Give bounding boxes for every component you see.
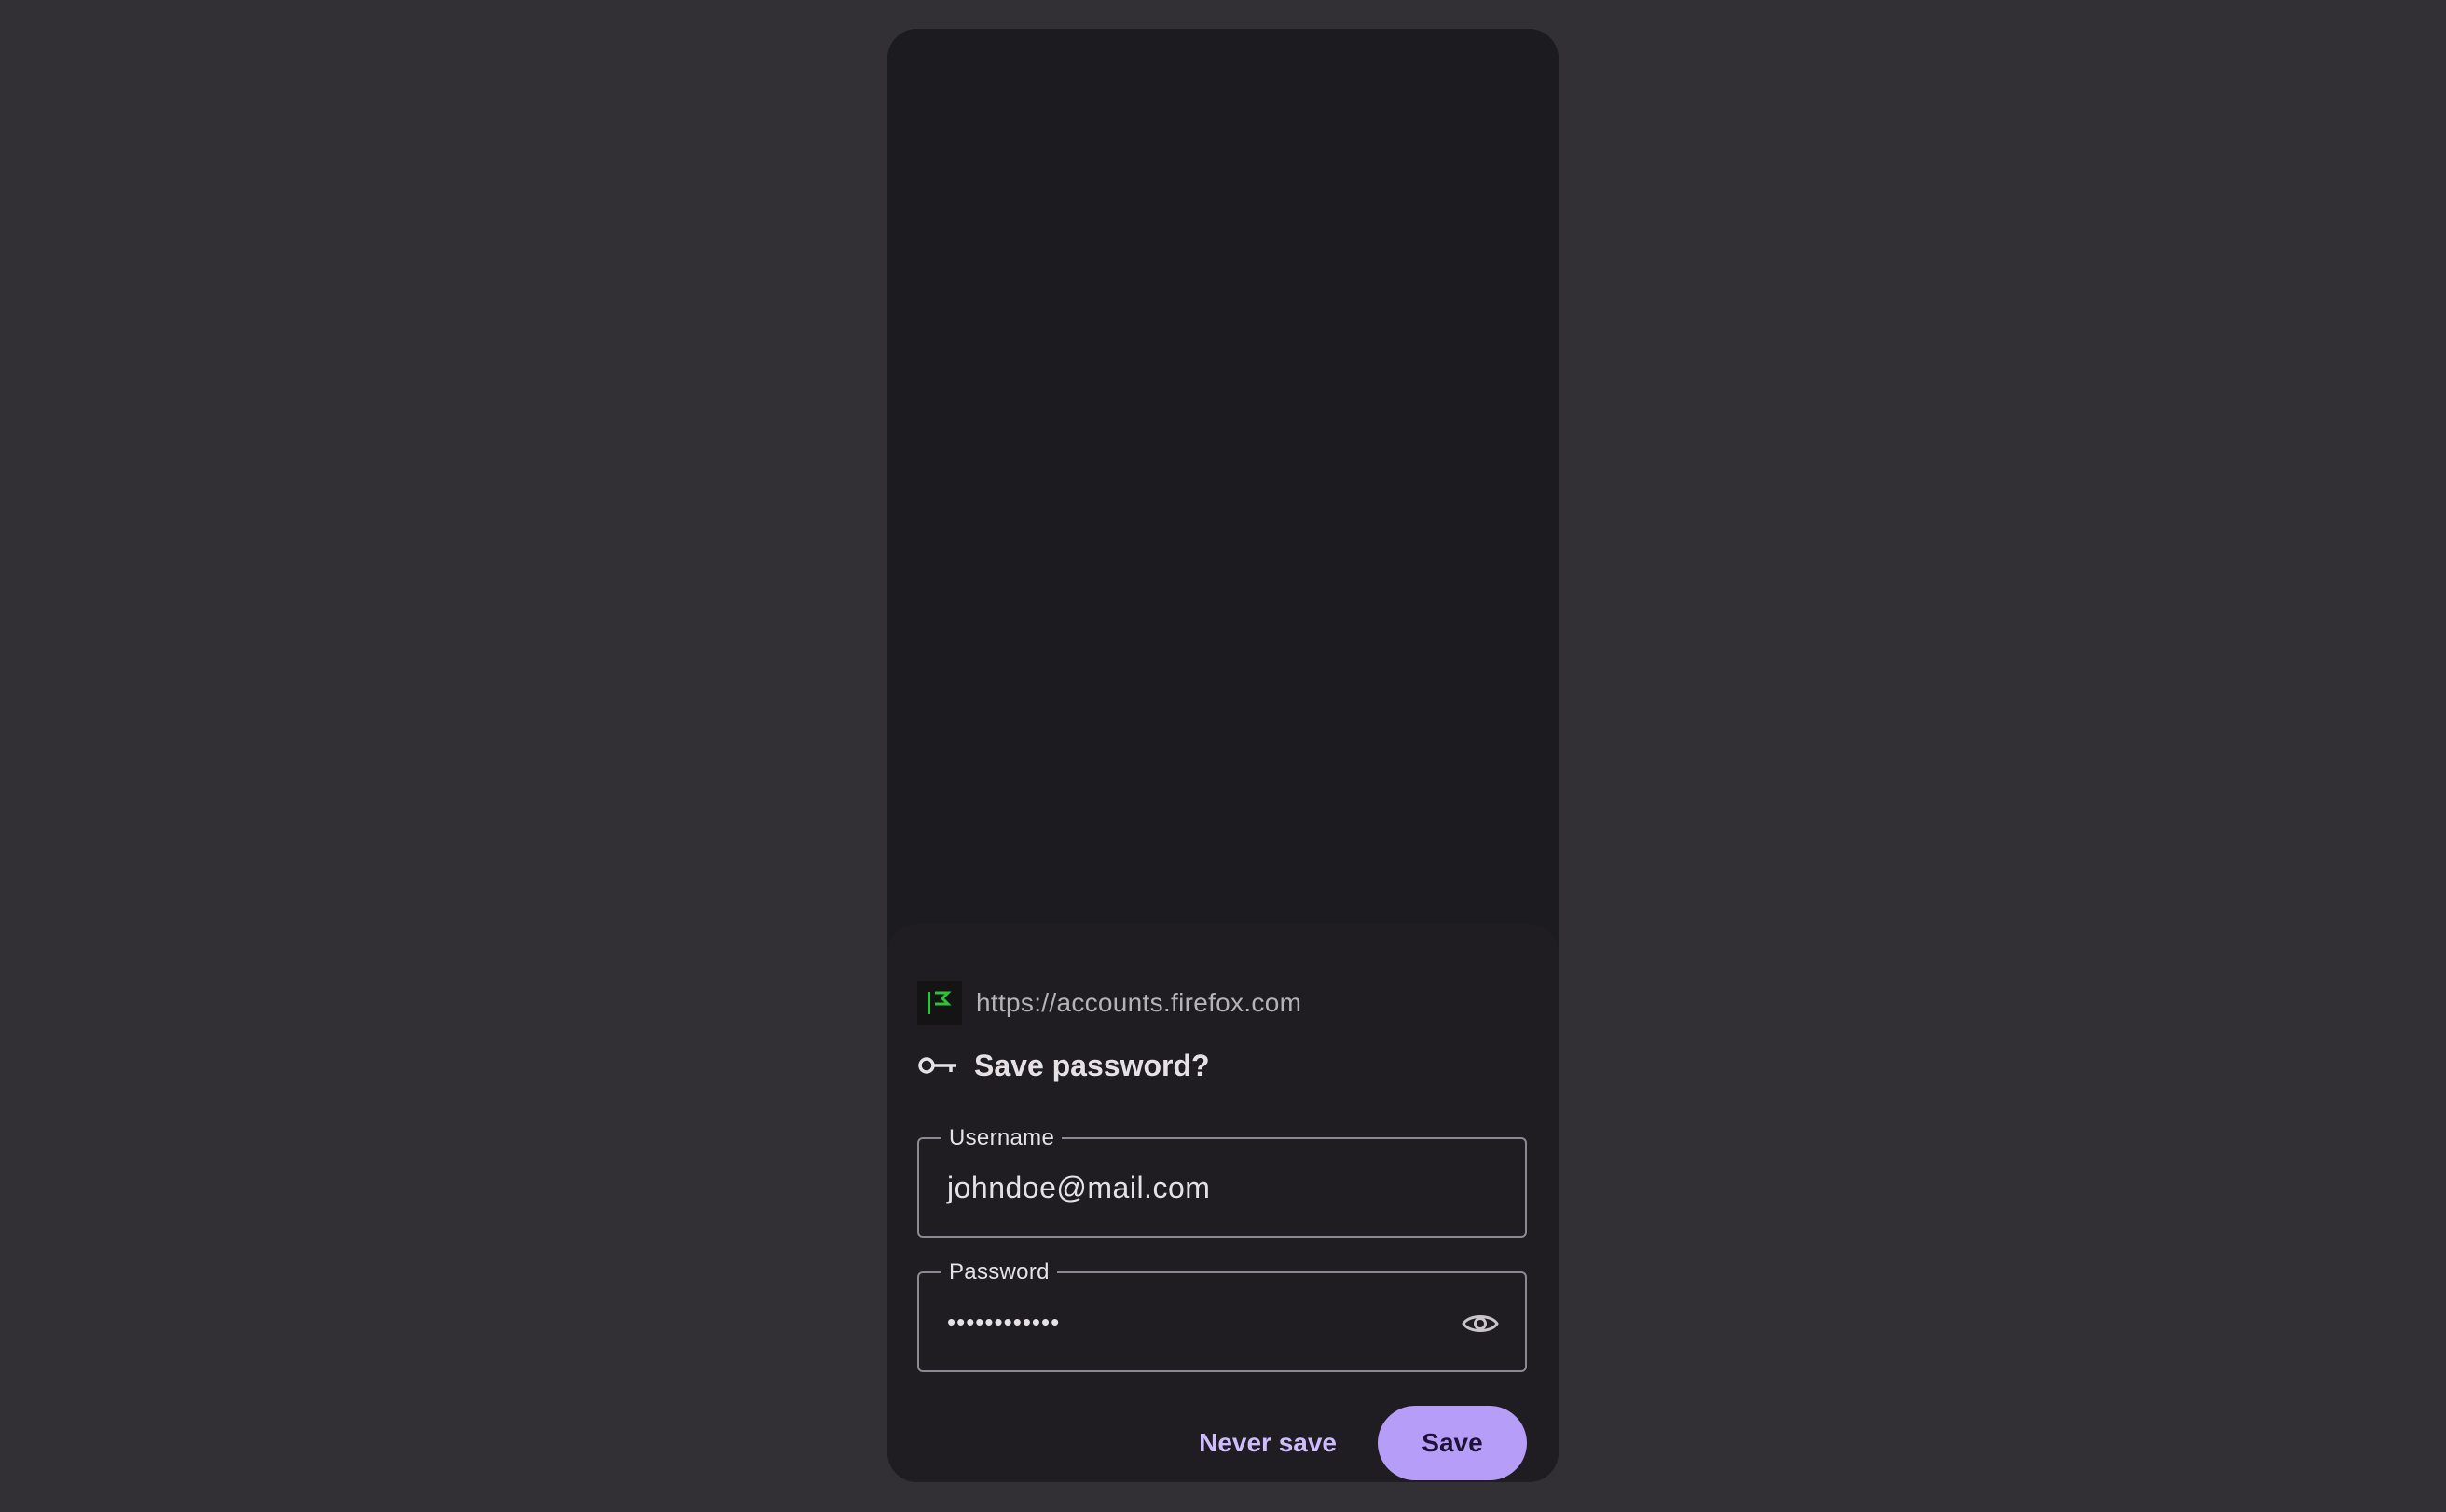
username-input[interactable]: johndoe@mail.com xyxy=(947,1139,1210,1236)
password-input[interactable]: •••••••••••• xyxy=(947,1273,1060,1370)
never-save-button[interactable]: Never save xyxy=(1176,1413,1359,1473)
save-password-sheet: https://accounts.firefox.com Save passwo… xyxy=(887,924,1559,1482)
title-row: Save password? xyxy=(917,1042,1210,1089)
device-frame: https://accounts.firefox.com Save passwo… xyxy=(887,29,1559,1482)
dialog-title: Save password? xyxy=(974,1048,1210,1082)
key-icon xyxy=(917,1044,960,1087)
password-field[interactable]: Password •••••••••••• xyxy=(917,1260,1527,1372)
page-content xyxy=(887,29,1559,924)
origin-url: https://accounts.firefox.com xyxy=(976,988,1302,1017)
site-favicon-icon xyxy=(917,981,962,1025)
origin-row: https://accounts.firefox.com xyxy=(917,981,1301,1025)
username-field[interactable]: Username johndoe@mail.com xyxy=(917,1126,1527,1238)
save-button[interactable]: Save xyxy=(1378,1406,1527,1480)
eye-icon[interactable] xyxy=(1458,1301,1503,1346)
action-bar: Never save Save xyxy=(1176,1406,1527,1480)
